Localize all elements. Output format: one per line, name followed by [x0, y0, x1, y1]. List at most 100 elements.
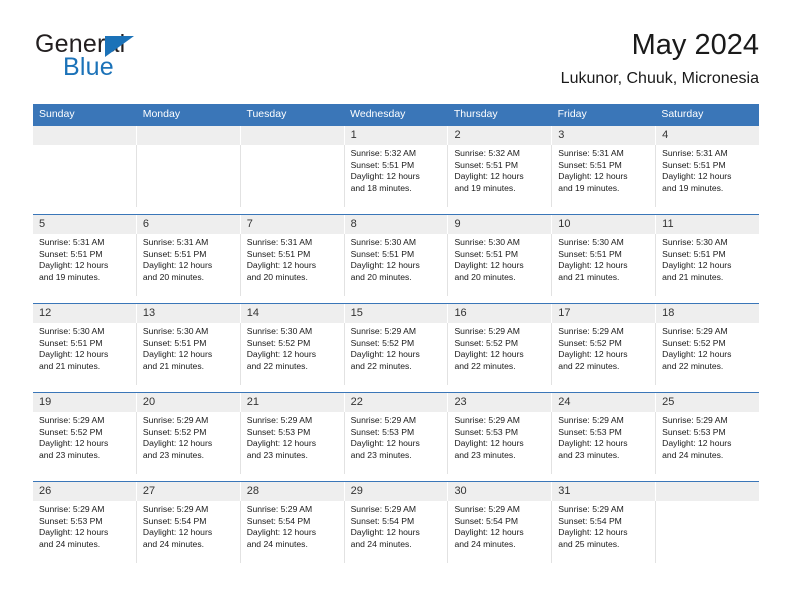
day-number[interactable]: 18 [656, 304, 759, 323]
week-detail-band: Sunrise: 5:30 AM Sunset: 5:51 PM Daylight:… [33, 323, 759, 385]
day-cell[interactable]: Sunrise: 5:30 AM Sunset: 5:51 PM Daylight:… [552, 234, 657, 296]
day-cell[interactable]: Sunrise: 5:31 AM Sunset: 5:51 PM Daylight:… [241, 234, 345, 296]
day-number[interactable]: 16 [448, 304, 553, 323]
day-cell-empty [33, 145, 137, 207]
day-cell[interactable]: Sunrise: 5:30 AM Sunset: 5:51 PM Daylight:… [33, 323, 137, 385]
page-title: May 2024 [631, 29, 759, 61]
day-daylight2-text: and 24 minutes. [662, 450, 724, 461]
day-sunset-text: Sunset: 5:51 PM [350, 159, 415, 170]
day-daylight1-text: Daylight: 12 hours [246, 260, 316, 271]
day-number[interactable]: 6 [137, 215, 241, 234]
day-number[interactable]: 12 [33, 304, 137, 323]
day-number[interactable]: 20 [137, 393, 241, 412]
day-cell[interactable]: Sunrise: 5:31 AM Sunset: 5:51 PM Daylight:… [137, 234, 241, 296]
day-cell[interactable]: Sunrise: 5:30 AM Sunset: 5:51 PM Daylight:… [345, 234, 449, 296]
week-detail-band: Sunrise: 5:29 AM Sunset: 5:53 PM Daylight:… [33, 501, 759, 563]
day-cell[interactable]: Sunrise: 5:31 AM Sunset: 5:51 PM Daylight:… [552, 145, 657, 207]
week-daynumber-band: 19 20 21 22 23 24 25 [33, 393, 759, 412]
day-cell[interactable]: Sunrise: 5:29 AM Sunset: 5:52 PM Daylight:… [552, 323, 657, 385]
day-cell[interactable]: Sunrise: 5:29 AM Sunset: 5:54 PM Daylight:… [552, 501, 657, 563]
day-number[interactable]: 30 [448, 482, 553, 501]
day-cell[interactable]: Sunrise: 5:29 AM Sunset: 5:52 PM Daylight:… [33, 412, 137, 474]
day-cell[interactable]: Sunrise: 5:29 AM Sunset: 5:54 PM Daylight:… [137, 501, 241, 563]
day-daylight2-text: and 25 minutes. [558, 539, 620, 550]
day-number[interactable]: 23 [448, 393, 553, 412]
day-number[interactable]: 10 [552, 215, 657, 234]
day-sunset-text: Sunset: 5:51 PM [246, 248, 311, 259]
day-cell[interactable]: Sunrise: 5:31 AM Sunset: 5:51 PM Daylight:… [33, 234, 137, 296]
day-daylight2-text: and 23 minutes. [39, 450, 101, 461]
day-sunset-text: Sunset: 5:52 PM [142, 426, 207, 437]
day-number[interactable]: 1 [345, 126, 449, 145]
day-number[interactable]: 14 [241, 304, 345, 323]
day-daylight1-text: Daylight: 12 hours [39, 438, 109, 449]
day-cell[interactable]: Sunrise: 5:30 AM Sunset: 5:51 PM Daylight:… [448, 234, 553, 296]
day-sunset-text: Sunset: 5:51 PM [558, 248, 622, 259]
day-cell[interactable]: Sunrise: 5:30 AM Sunset: 5:51 PM Daylight:… [137, 323, 241, 385]
weekday-header-tuesday: Tuesday [246, 108, 287, 120]
day-daylight1-text: Daylight: 12 hours [142, 438, 213, 449]
day-number[interactable]: 19 [33, 393, 137, 412]
day-number[interactable]: 9 [448, 215, 553, 234]
day-number[interactable]: 8 [345, 215, 449, 234]
day-daylight1-text: Daylight: 12 hours [39, 260, 109, 271]
day-daylight2-text: and 19 minutes. [39, 272, 101, 283]
day-sunrise-text: Sunrise: 5:29 AM [454, 504, 520, 514]
week-daynumber-band: 1234 [33, 126, 759, 145]
day-number[interactable]: 26 [33, 482, 137, 501]
day-daylight1-text: Daylight: 12 hours [142, 349, 213, 360]
day-daylight1-text: Daylight: 12 hours [454, 349, 524, 360]
day-cell[interactable]: Sunrise: 5:29 AM Sunset: 5:54 PM Daylight:… [345, 501, 449, 563]
day-daylight1-text: Daylight: 12 hours [558, 527, 628, 538]
weekday-header-friday: Friday [557, 108, 587, 120]
day-cell[interactable]: Sunrise: 5:31 AM Sunset: 5:51 PM Daylight:… [656, 145, 759, 207]
title-block: May 2024 Lukunor, Chuuk, Micronesia [561, 28, 759, 89]
day-cell[interactable]: Sunrise: 5:30 AM Sunset: 5:52 PM Daylight:… [241, 323, 345, 385]
day-number[interactable]: 25 [656, 393, 759, 412]
day-cell[interactable]: Sunrise: 5:29 AM Sunset: 5:53 PM Daylight:… [656, 412, 759, 474]
day-cell[interactable]: Sunrise: 5:29 AM Sunset: 5:52 PM Daylight:… [448, 323, 553, 385]
day-cell[interactable]: Sunrise: 5:29 AM Sunset: 5:53 PM Daylight:… [241, 412, 345, 474]
day-cell[interactable]: Sunrise: 5:32 AM Sunset: 5:51 PM Daylight:… [345, 145, 449, 207]
day-cell[interactable]: Sunrise: 5:29 AM Sunset: 5:53 PM Daylight:… [345, 412, 449, 474]
day-number[interactable]: 13 [137, 304, 241, 323]
day-cell[interactable]: Sunrise: 5:29 AM Sunset: 5:52 PM Daylight:… [137, 412, 241, 474]
day-cell[interactable]: Sunrise: 5:29 AM Sunset: 5:54 PM Daylight:… [448, 501, 553, 563]
day-number[interactable]: 31 [552, 482, 657, 501]
day-cell[interactable]: Sunrise: 5:29 AM Sunset: 5:53 PM Daylight:… [33, 501, 137, 563]
day-cell[interactable]: Sunrise: 5:29 AM Sunset: 5:52 PM Daylight:… [345, 323, 449, 385]
day-number[interactable]: 29 [345, 482, 449, 501]
day-number[interactable]: 4 [656, 126, 759, 145]
day-number[interactable]: 21 [241, 393, 345, 412]
day-cell[interactable]: Sunrise: 5:29 AM Sunset: 5:53 PM Daylight:… [448, 412, 553, 474]
day-number[interactable]: 15 [345, 304, 449, 323]
day-daylight2-text: and 23 minutes. [350, 450, 412, 461]
day-number[interactable]: 3 [552, 126, 657, 145]
day-number[interactable]: 27 [137, 482, 241, 501]
day-number[interactable]: 11 [656, 215, 759, 234]
day-daylight1-text: Daylight: 12 hours [39, 349, 109, 360]
day-daylight1-text: Daylight: 12 hours [350, 527, 420, 538]
day-number[interactable]: 22 [345, 393, 449, 412]
calendar-page: General Blue May 2024 Lukunor, Chuuk, Mi… [0, 0, 792, 612]
day-sunrise-text: Sunrise: 5:31 AM [558, 148, 624, 158]
calendar-week-row: 26 27 28 29 30 31 Sunrise: 5:29 AM Sunset: 5:53… [33, 481, 759, 563]
day-cell[interactable]: Sunrise: 5:29 AM Sunset: 5:54 PM Daylight:… [241, 501, 345, 563]
day-cell[interactable]: Sunrise: 5:29 AM Sunset: 5:52 PM Daylight:… [656, 323, 759, 385]
day-cell[interactable]: Sunrise: 5:29 AM Sunset: 5:53 PM Daylight:… [552, 412, 657, 474]
day-number[interactable]: 5 [33, 215, 137, 234]
day-sunrise-text: Sunrise: 5:29 AM [142, 415, 209, 425]
day-number[interactable]: 28 [241, 482, 345, 501]
day-cell[interactable]: Sunrise: 5:32 AM Sunset: 5:51 PM Daylight:… [448, 145, 553, 207]
brand-logo[interactable]: General Blue [33, 28, 263, 88]
day-sunset-text: Sunset: 5:51 PM [142, 337, 207, 348]
day-daylight1-text: Daylight: 12 hours [39, 527, 109, 538]
day-number[interactable]: 2 [448, 126, 553, 145]
day-cell[interactable]: Sunrise: 5:30 AM Sunset: 5:51 PM Daylight:… [656, 234, 759, 296]
day-number[interactable]: 7 [241, 215, 345, 234]
day-daylight1-text: Daylight: 12 hours [350, 438, 420, 449]
day-number[interactable]: 17 [552, 304, 657, 323]
day-sunset-text: Sunset: 5:53 PM [39, 515, 103, 526]
day-number[interactable]: 24 [552, 393, 657, 412]
day-daylight2-text: and 21 minutes. [142, 361, 205, 372]
